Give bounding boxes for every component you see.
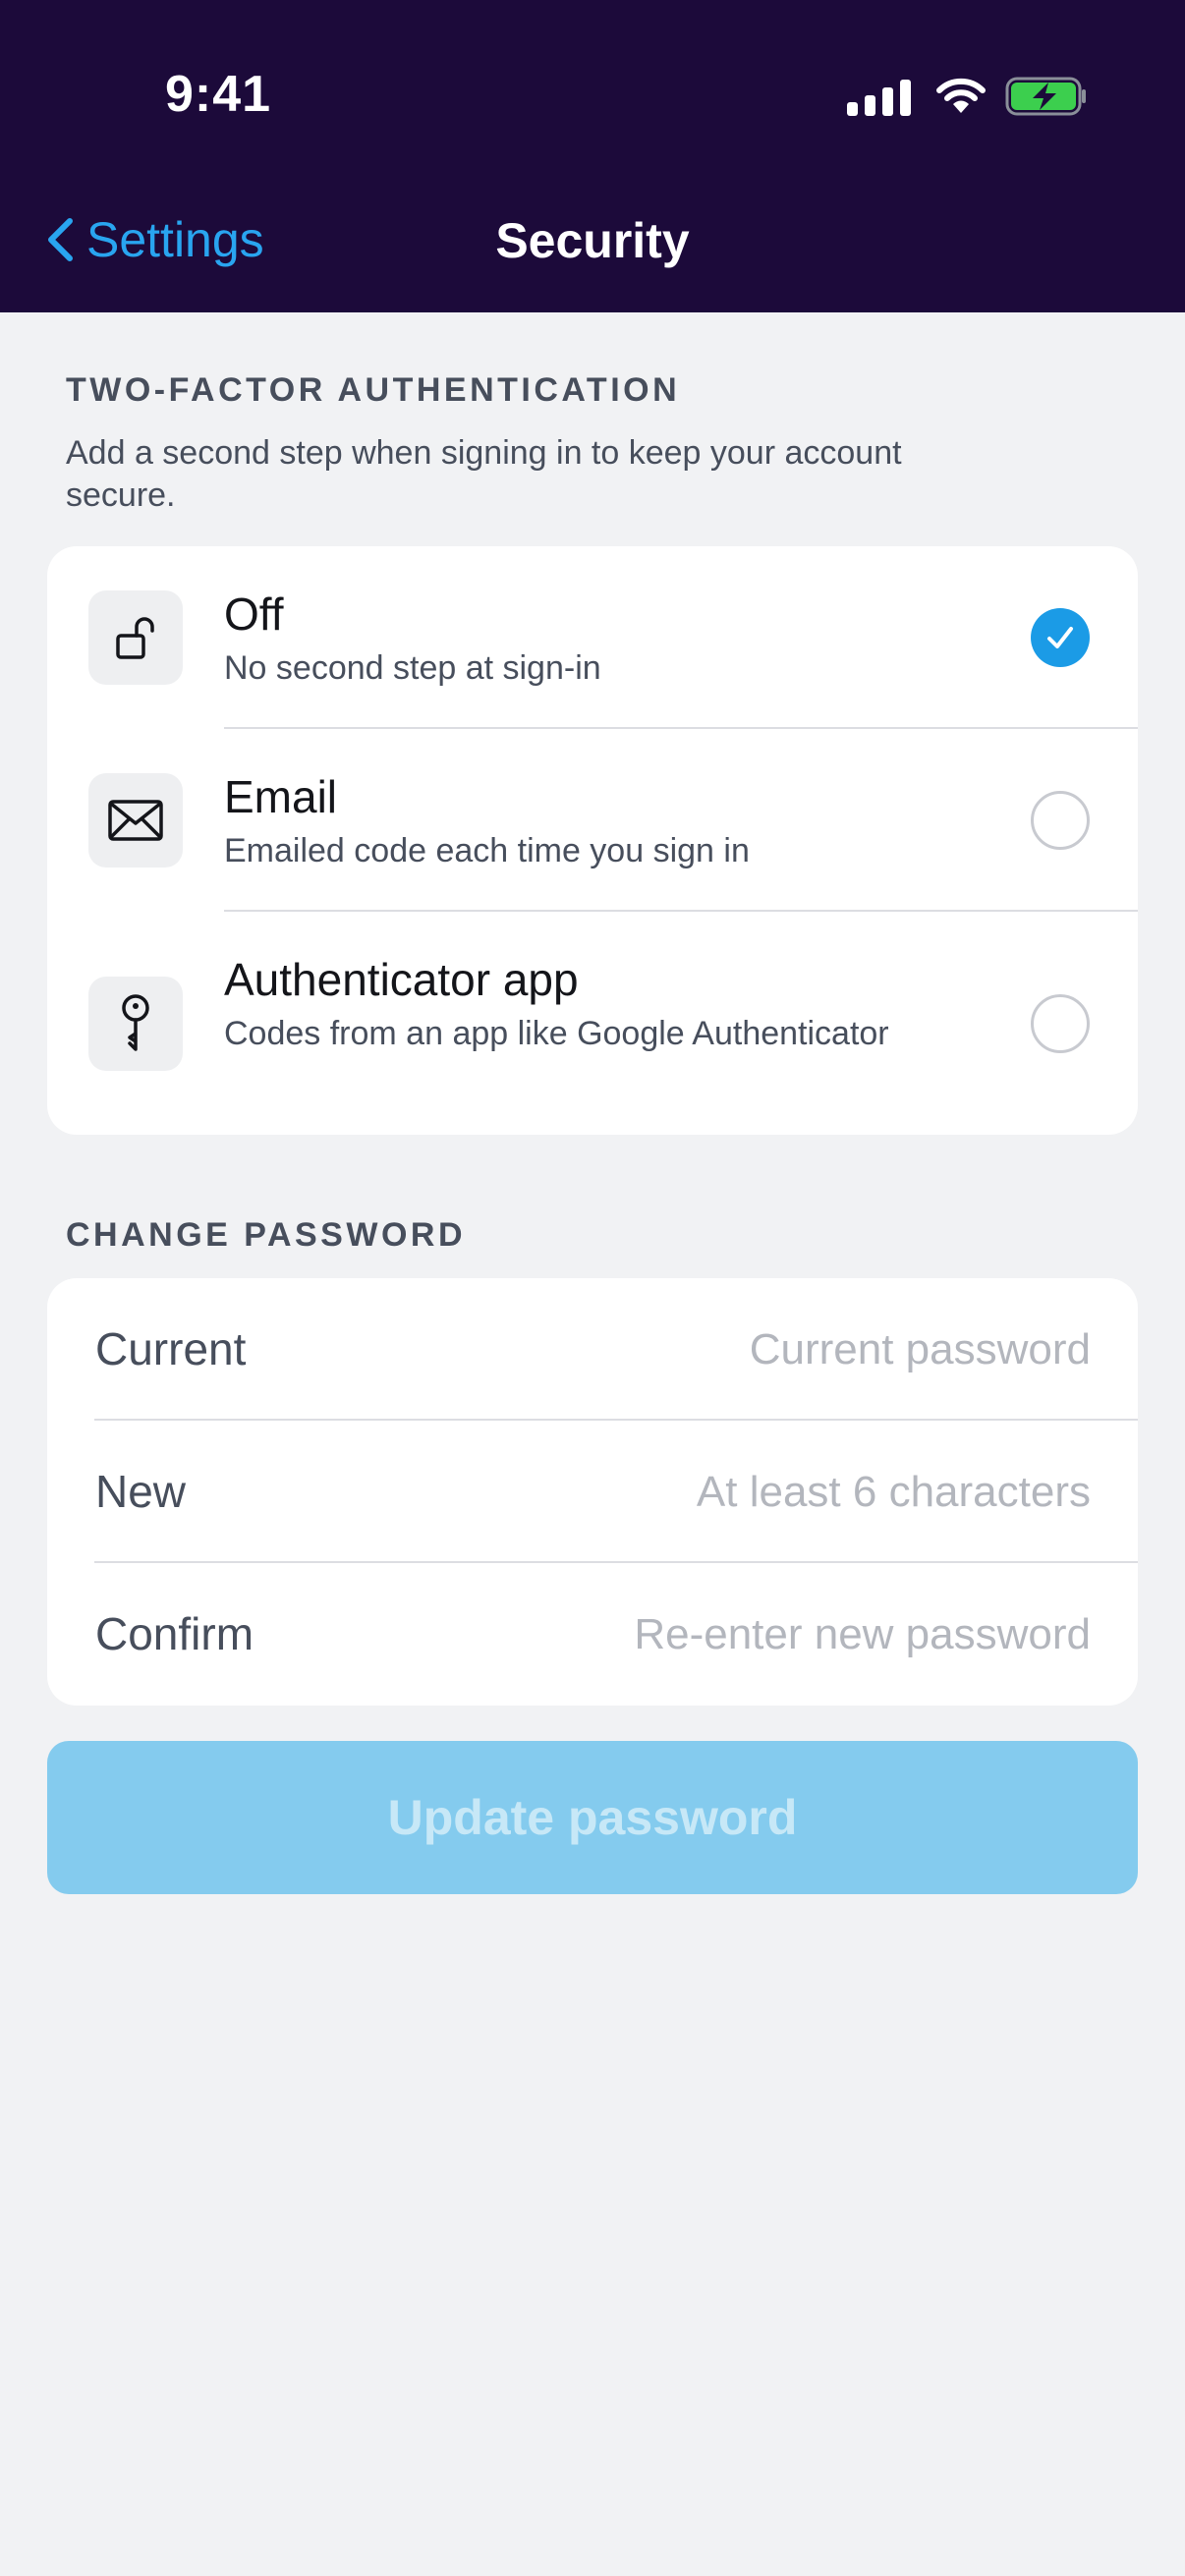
new-password-input[interactable] bbox=[501, 1460, 1091, 1525]
key-icon bbox=[88, 977, 183, 1071]
radio-selected[interactable] bbox=[1031, 608, 1090, 667]
option-label: Authenticator app bbox=[224, 954, 579, 1005]
status-icons bbox=[847, 75, 1088, 118]
two-factor-options-card: Off No second step at sign-in Email Emai… bbox=[47, 546, 1138, 1135]
confirm-password-row: Confirm bbox=[47, 1563, 1138, 1706]
unlock-icon bbox=[88, 590, 183, 685]
confirm-password-input[interactable] bbox=[501, 1602, 1091, 1667]
new-password-row: New bbox=[47, 1421, 1138, 1563]
option-label: Email bbox=[224, 771, 338, 822]
checkmark-icon bbox=[1047, 627, 1073, 648]
section-title-change-password: CHANGE PASSWORD bbox=[66, 1216, 466, 1254]
section-description-two-factor: Add a second step when signing in to kee… bbox=[66, 434, 902, 514]
option-subtitle: Codes from an app like Google Authentica… bbox=[224, 1015, 889, 1052]
field-label: Confirm bbox=[95, 1608, 254, 1659]
update-password-button[interactable]: Update password bbox=[47, 1741, 1138, 1894]
change-password-card: Current New Confirm bbox=[47, 1278, 1138, 1706]
page-title: Security bbox=[495, 213, 690, 268]
section-title-two-factor: TWO-FACTOR AUTHENTICATION bbox=[66, 371, 681, 409]
option-subtitle: No second step at sign-in bbox=[224, 649, 601, 687]
option-subtitle: Emailed code each time you sign in bbox=[224, 832, 750, 869]
field-label: Current bbox=[95, 1323, 247, 1374]
option-email[interactable]: Email Emailed code each time you sign in bbox=[47, 729, 1138, 912]
field-label: New bbox=[95, 1466, 187, 1517]
radio-unselected[interactable] bbox=[1031, 791, 1090, 850]
battery-charging-icon bbox=[1005, 77, 1086, 116]
radio-unselected[interactable] bbox=[1031, 994, 1090, 1053]
option-label: Off bbox=[224, 588, 284, 640]
option-off[interactable]: Off No second step at sign-in bbox=[47, 546, 1138, 729]
envelope-icon bbox=[88, 773, 183, 868]
wifi-icon bbox=[936, 78, 986, 113]
current-password-input[interactable] bbox=[501, 1317, 1091, 1382]
status-time: 9:41 bbox=[165, 66, 272, 123]
current-password-row: Current bbox=[47, 1278, 1138, 1421]
cellular-signal-icon bbox=[847, 77, 911, 116]
header: 9:41 Settings Security bbox=[0, 0, 1185, 312]
option-authenticator-app[interactable]: Authenticator app Codes from an app like… bbox=[47, 912, 1138, 1135]
